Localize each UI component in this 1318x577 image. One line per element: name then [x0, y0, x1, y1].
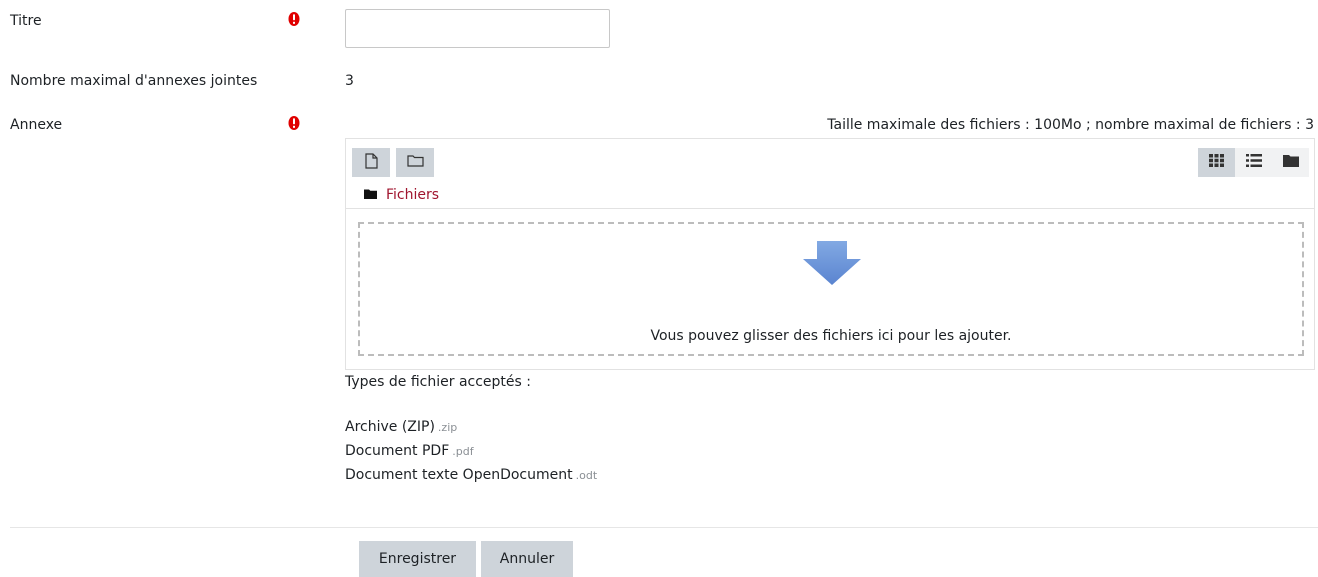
file-type-name: Document PDF	[345, 443, 450, 459]
required-icon	[287, 11, 301, 27]
max-attachments-value: 3	[345, 73, 354, 89]
file-type-item: Document texte OpenDocument .odt	[345, 467, 597, 483]
file-limits-text: Taille maximale des fichiers : 100Mo ; n…	[827, 117, 1314, 133]
required-icon	[287, 115, 301, 131]
path-link-files[interactable]: Fichiers	[386, 187, 439, 203]
list-view-icon	[1245, 154, 1262, 171]
add-file-button[interactable]	[352, 148, 390, 177]
file-type-ext: .pdf	[452, 445, 474, 458]
attachment-label: Annexe	[10, 117, 63, 133]
title-label: Titre	[10, 13, 42, 29]
divider	[346, 208, 1314, 209]
create-folder-icon	[406, 154, 424, 171]
form-divider	[10, 527, 1318, 528]
list-view-button[interactable]	[1235, 148, 1272, 177]
max-attachments-label: Nombre maximal d'annexes jointes	[10, 73, 258, 89]
file-manager: Fichiers Vous pouvez glisser des fichier…	[345, 138, 1315, 370]
tree-view-icon	[1282, 154, 1299, 171]
title-input[interactable]	[345, 9, 610, 48]
file-type-name: Document texte OpenDocument	[345, 467, 573, 483]
tree-view-button[interactable]	[1272, 148, 1309, 177]
accepted-types-title: Types de fichier acceptés :	[345, 374, 531, 390]
drop-arrow-icon	[803, 241, 861, 289]
file-type-item: Archive (ZIP) .zip	[345, 419, 457, 435]
file-dropzone[interactable]: Vous pouvez glisser des fichiers ici pou…	[358, 222, 1304, 356]
grid-view-icon	[1209, 154, 1224, 171]
create-folder-button[interactable]	[396, 148, 434, 177]
folder-icon	[364, 187, 377, 203]
dropzone-text: Vous pouvez glisser des fichiers ici pou…	[650, 328, 1012, 344]
add-file-icon	[364, 152, 378, 173]
save-button[interactable]: Enregistrer	[359, 541, 476, 577]
file-path-breadcrumb: Fichiers	[364, 186, 439, 204]
cancel-button[interactable]: Annuler	[481, 541, 573, 577]
grid-view-button[interactable]	[1198, 148, 1235, 177]
file-type-name: Archive (ZIP)	[345, 419, 435, 435]
file-type-ext: .odt	[575, 469, 598, 482]
file-type-ext: .zip	[437, 421, 458, 434]
file-type-item: Document PDF .pdf	[345, 443, 474, 459]
